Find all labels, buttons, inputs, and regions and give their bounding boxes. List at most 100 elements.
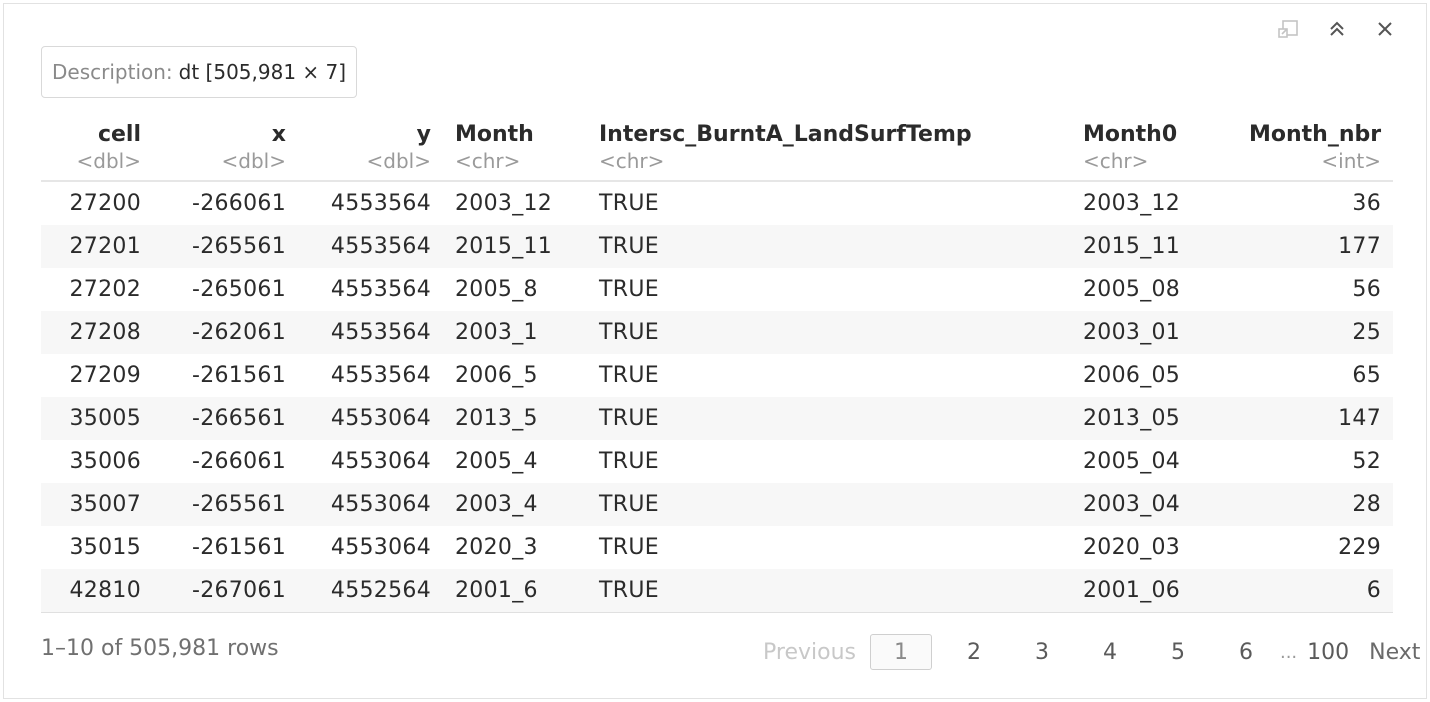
table-cell: -262061	[153, 311, 298, 354]
table-cell: 35015	[69, 535, 141, 560]
table-cell: 2013_5	[443, 397, 587, 440]
table-cell: 28	[1237, 483, 1393, 526]
table-cell: -261561	[191, 363, 286, 388]
table-cell: 2001_6	[443, 569, 587, 613]
table-cell: 36	[1352, 191, 1381, 216]
table-cell: TRUE	[599, 535, 659, 560]
table-cell: -267061	[153, 569, 298, 613]
table-cell: 2020_3	[455, 535, 538, 560]
table-cell: TRUE	[587, 397, 1071, 440]
table-cell: TRUE	[599, 277, 659, 302]
table-cell: 2020_03	[1083, 535, 1181, 560]
page-button-4[interactable]: 4	[1086, 640, 1134, 665]
data-table: cell x y Month Intersc_BurntA_LandSurfTe…	[41, 114, 1393, 613]
page-button-5[interactable]: 5	[1154, 640, 1202, 665]
table-cell: 4553064	[298, 397, 443, 440]
column-type-month0: <chr>	[1071, 150, 1237, 182]
column-header-month0[interactable]: Month0	[1071, 114, 1237, 150]
table-cell: -261561	[191, 535, 286, 560]
column-header-month[interactable]: Month	[443, 114, 587, 150]
viewer-toolbar	[1278, 18, 1396, 40]
table-cell: 2005_04	[1083, 449, 1181, 474]
table-cell: 2006_05	[1083, 363, 1181, 388]
table-cell: -266061	[191, 191, 286, 216]
page-button-6[interactable]: 6	[1222, 640, 1270, 665]
column-type-month-nbr: <int>	[1237, 150, 1393, 182]
table-cell: 2003_1	[443, 311, 587, 354]
table-row: 35006 -266061 4553064 2005_4 TRUE 2005_0…	[41, 440, 1393, 483]
next-page-button[interactable]: Next	[1365, 640, 1424, 665]
table-cell: 65	[1352, 363, 1381, 388]
close-icon[interactable]	[1374, 18, 1396, 40]
table-cell: -266561	[153, 397, 298, 440]
column-type-y: <dbl>	[298, 150, 443, 182]
table-cell: 27202	[69, 277, 141, 302]
column-type-intersc: <chr>	[587, 150, 1071, 182]
table-cell: 6	[1237, 569, 1393, 613]
table-cell: 229	[1338, 535, 1381, 560]
table-cell: 42810	[41, 569, 153, 613]
table-cell: 4553564	[298, 225, 443, 268]
table-row: 27200 -266061 4553564 2003_12 TRUE 2003_…	[41, 181, 1393, 225]
column-type-x: <dbl>	[153, 150, 298, 182]
table-cell: -265061	[191, 277, 286, 302]
table-cell: 4553564	[330, 191, 431, 216]
column-header-month-nbr[interactable]: Month_nbr	[1237, 114, 1393, 150]
table-cell: 25	[1237, 311, 1393, 354]
table-row: 27209 -261561 4553564 2006_5 TRUE 2006_0…	[41, 354, 1393, 397]
table-cell: 4553564	[330, 277, 431, 302]
table-cell: 35007	[41, 483, 153, 526]
popout-icon[interactable]	[1278, 18, 1300, 40]
page-button-2[interactable]: 2	[950, 640, 998, 665]
table-cell: 2005_08	[1083, 277, 1181, 302]
collapse-icon[interactable]	[1326, 18, 1348, 40]
table-cell: TRUE	[587, 569, 1071, 613]
table-row: 35007 -265561 4553064 2003_4 TRUE 2003_0…	[41, 483, 1393, 526]
table-cell: 2005_4	[455, 449, 538, 474]
column-header-y[interactable]: y	[298, 114, 443, 150]
table-cell: -266061	[191, 449, 286, 474]
table-cell: -265561	[153, 483, 298, 526]
table-row: 35015 -261561 4553064 2020_3 TRUE 2020_0…	[41, 526, 1393, 569]
data-viewer-panel: Description: dt [505,981 × 7] cell x y M…	[3, 3, 1427, 699]
page-button-3[interactable]: 3	[1018, 640, 1066, 665]
table-cell: 2015_11	[1071, 225, 1237, 268]
table-cell: 4552564	[298, 569, 443, 613]
table-row: 27202 -265061 4553564 2005_8 TRUE 2005_0…	[41, 268, 1393, 311]
column-header-x[interactable]: x	[153, 114, 298, 150]
column-header-cell[interactable]: cell	[41, 114, 153, 150]
table-cell: 2003_4	[443, 483, 587, 526]
table-cell: 56	[1352, 277, 1381, 302]
row-count-info: 1–10 of 505,981 rows	[41, 636, 279, 661]
table-cell: 4553064	[330, 535, 431, 560]
page-button-last[interactable]: 100	[1303, 640, 1353, 665]
header-row: cell x y Month Intersc_BurntA_LandSurfTe…	[41, 114, 1393, 150]
table-cell: TRUE	[587, 311, 1071, 354]
description-label: Description:	[52, 60, 173, 84]
page-button-current[interactable]: 1	[869, 634, 932, 670]
table-cell: 2003_01	[1071, 311, 1237, 354]
table-cell: 2001_06	[1071, 569, 1237, 613]
pagination: Previous 1 2 3 4 5 6 ... 100 Next	[759, 634, 1424, 670]
table-cell: 27201	[41, 225, 153, 268]
table-cell: 35006	[69, 449, 141, 474]
table-cell: 4553564	[298, 311, 443, 354]
column-type-cell: <dbl>	[41, 150, 153, 182]
previous-page-button[interactable]: Previous	[759, 640, 860, 665]
table-cell: 35005	[41, 397, 153, 440]
table-cell: TRUE	[599, 191, 659, 216]
table-cell: 2003_04	[1071, 483, 1237, 526]
table-cell: 4553564	[330, 363, 431, 388]
table-cell: 4553064	[330, 449, 431, 474]
column-header-intersc[interactable]: Intersc_BurntA_LandSurfTemp	[587, 114, 1071, 150]
table-cell: 2003_12	[1083, 191, 1181, 216]
table-cell: 2013_05	[1071, 397, 1237, 440]
table-cell: 2006_5	[455, 363, 538, 388]
table-cell: 2005_8	[455, 277, 538, 302]
table-cell: 27208	[41, 311, 153, 354]
table-cell: 2003_12	[455, 191, 553, 216]
table-row: 27208 -262061 4553564 2003_1 TRUE 2003_0…	[41, 311, 1393, 354]
table-cell: TRUE	[599, 449, 659, 474]
table-row: 35005 -266561 4553064 2013_5 TRUE 2013_0…	[41, 397, 1393, 440]
table-cell: 27200	[69, 191, 141, 216]
